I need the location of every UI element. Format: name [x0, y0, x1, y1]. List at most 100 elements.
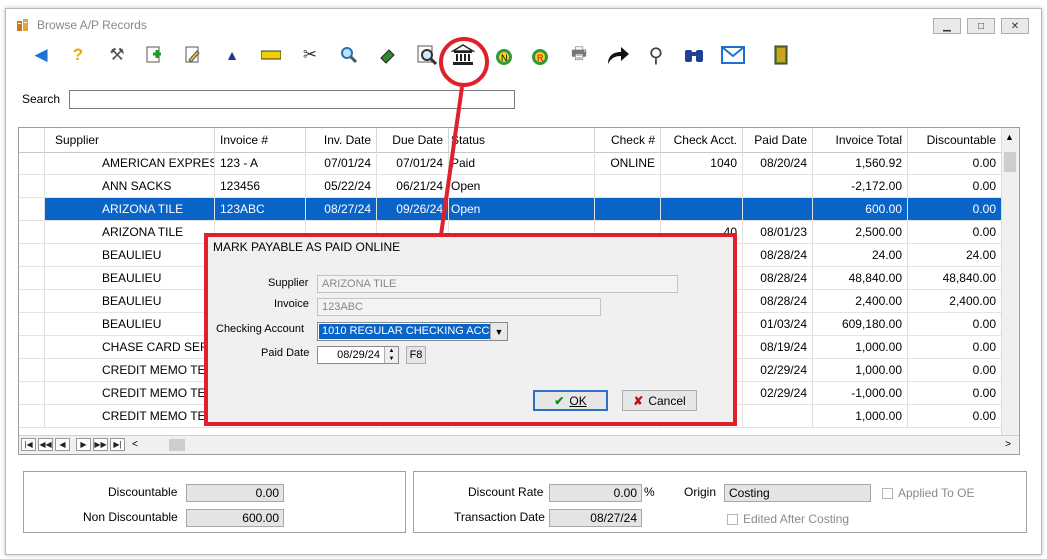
last-record-icon[interactable]: ▶|: [110, 438, 125, 451]
applied-to-oe-checkbox[interactable]: [882, 488, 893, 499]
f8-button[interactable]: F8: [406, 346, 426, 364]
forward-arrow-icon[interactable]: [605, 42, 631, 68]
help-icon[interactable]: ?: [65, 42, 91, 68]
table-cell[interactable]: 0.00: [908, 152, 1002, 174]
prev-record-icon[interactable]: ◀: [55, 438, 70, 451]
table-cell[interactable]: 1,560.92: [813, 152, 908, 174]
sort-icon[interactable]: ▲: [219, 42, 245, 68]
table-cell[interactable]: 600.00: [813, 198, 908, 220]
table-cell[interactable]: 2,400.00: [813, 290, 908, 312]
search-input[interactable]: [69, 90, 515, 109]
scroll-right-icon[interactable]: >: [1005, 439, 1011, 450]
table-cell[interactable]: Paid: [449, 152, 595, 174]
scissors-icon[interactable]: ✂: [297, 42, 323, 68]
table-cell[interactable]: 2,400.00: [908, 290, 1002, 312]
find-icon[interactable]: [336, 42, 362, 68]
table-cell[interactable]: 24.00: [908, 244, 1002, 266]
table-cell[interactable]: [19, 244, 45, 266]
table-cell[interactable]: CREDIT MEMO TESTING: [45, 359, 215, 381]
table-row[interactable]: ANN SACKS 123456 05/22/24 06/21/24 Open -2,17…: [19, 175, 1002, 198]
column-header[interactable]: Due Date: [377, 128, 449, 152]
table-cell[interactable]: 0.00: [908, 405, 1002, 427]
table-cell[interactable]: Open: [449, 198, 595, 220]
table-cell[interactable]: [661, 198, 743, 220]
printer-icon[interactable]: 🖶: [566, 42, 592, 68]
table-cell[interactable]: 48,840.00: [908, 267, 1002, 289]
table-cell[interactable]: 08/20/24: [743, 152, 813, 174]
column-header[interactable]: Inv. Date: [306, 128, 377, 152]
table-cell[interactable]: 123ABC: [215, 198, 306, 220]
table-cell[interactable]: 08/27/24: [306, 198, 377, 220]
paid-date-input[interactable]: 08/29/24 ▲ ▼: [317, 346, 399, 364]
table-cell[interactable]: 02/29/24: [743, 382, 813, 404]
table-cell[interactable]: BEAULIEU: [45, 267, 215, 289]
table-cell[interactable]: CREDIT MEMO TESTING: [45, 405, 215, 427]
table-cell[interactable]: [743, 405, 813, 427]
table-cell[interactable]: 48,840.00: [813, 267, 908, 289]
table-cell[interactable]: [595, 198, 661, 220]
table-cell[interactable]: 1040: [661, 152, 743, 174]
date-spinner-icon[interactable]: ▲ ▼: [384, 347, 398, 363]
column-header[interactable]: Discountable: [908, 128, 1002, 152]
close-button[interactable]: ✕: [1001, 18, 1029, 34]
table-cell[interactable]: 07/01/24: [377, 152, 449, 174]
scroll-up-icon[interactable]: ▲: [1005, 132, 1014, 142]
table-cell[interactable]: ANN SACKS: [45, 175, 215, 197]
table-cell[interactable]: [19, 152, 45, 174]
column-header[interactable]: Paid Date: [743, 128, 813, 152]
next-record-icon[interactable]: ▶: [76, 438, 91, 451]
paperclip-icon[interactable]: ⚲: [643, 42, 669, 68]
preview-icon[interactable]: [414, 42, 440, 68]
table-cell[interactable]: CHASE CARD SERVICES: [45, 336, 215, 358]
table-cell[interactable]: [19, 175, 45, 197]
table-cell[interactable]: 123456: [215, 175, 306, 197]
table-cell[interactable]: 609,180.00: [813, 313, 908, 335]
table-cell[interactable]: [19, 290, 45, 312]
table-cell[interactable]: [19, 382, 45, 404]
table-cell[interactable]: 1,000.00: [813, 405, 908, 427]
scroll-left-icon[interactable]: <: [132, 439, 138, 450]
vertical-scrollbar[interactable]: ▲: [1001, 128, 1019, 435]
table-cell[interactable]: [19, 336, 45, 358]
table-cell[interactable]: ONLINE: [595, 152, 661, 174]
column-header[interactable]: Supplier: [45, 128, 215, 152]
new-record-icon[interactable]: [141, 42, 167, 68]
table-cell[interactable]: 0.00: [908, 336, 1002, 358]
table-cell[interactable]: 01/03/24: [743, 313, 813, 335]
table-cell[interactable]: -1,000.00: [813, 382, 908, 404]
chevron-down-icon[interactable]: ▼: [490, 323, 507, 340]
table-row[interactable]: AMERICAN EXPRESS 123 - A 07/01/24 07/01/24 P…: [19, 152, 1002, 175]
checking-account-select[interactable]: 1010 REGULAR CHECKING ACCC ▼: [317, 322, 508, 341]
table-cell[interactable]: ARIZONA TILE: [45, 198, 215, 220]
table-cell[interactable]: 05/22/24: [306, 175, 377, 197]
table-cell[interactable]: 08/28/24: [743, 290, 813, 312]
table-cell[interactable]: 1,000.00: [813, 359, 908, 381]
table-cell[interactable]: 08/28/24: [743, 244, 813, 266]
table-cell[interactable]: 24.00: [813, 244, 908, 266]
table-cell[interactable]: CREDIT MEMO TESTING: [45, 382, 215, 404]
table-cell[interactable]: [19, 405, 45, 427]
minimize-button[interactable]: ▁: [933, 18, 961, 34]
column-header[interactable]: Check #: [595, 128, 661, 152]
table-cell[interactable]: [19, 359, 45, 381]
table-cell[interactable]: 1,000.00: [813, 336, 908, 358]
table-cell[interactable]: [743, 198, 813, 220]
table-cell[interactable]: 0.00: [908, 198, 1002, 220]
table-cell[interactable]: [661, 175, 743, 197]
cancel-button[interactable]: ✘ Cancel: [622, 390, 697, 411]
table-row[interactable]: ARIZONA TILE 123ABC 08/27/24 09/26/24 Open 60…: [19, 198, 1002, 221]
scroll-thumb[interactable]: [1004, 152, 1016, 172]
ruler-icon[interactable]: [258, 42, 284, 68]
edited-after-costing-checkbox[interactable]: [727, 514, 738, 525]
column-header[interactable]: Invoice #: [215, 128, 306, 152]
table-cell[interactable]: 123 - A: [215, 152, 306, 174]
table-cell[interactable]: [19, 221, 45, 243]
table-cell[interactable]: 08/28/24: [743, 267, 813, 289]
table-cell[interactable]: 08/19/24: [743, 336, 813, 358]
table-cell[interactable]: 2,500.00: [813, 221, 908, 243]
table-cell[interactable]: AMERICAN EXPRESS: [45, 152, 215, 174]
table-cell[interactable]: 0.00: [908, 359, 1002, 381]
table-cell[interactable]: 0.00: [908, 382, 1002, 404]
money-bag-r-icon[interactable]: R: [527, 42, 553, 68]
table-cell[interactable]: [19, 313, 45, 335]
